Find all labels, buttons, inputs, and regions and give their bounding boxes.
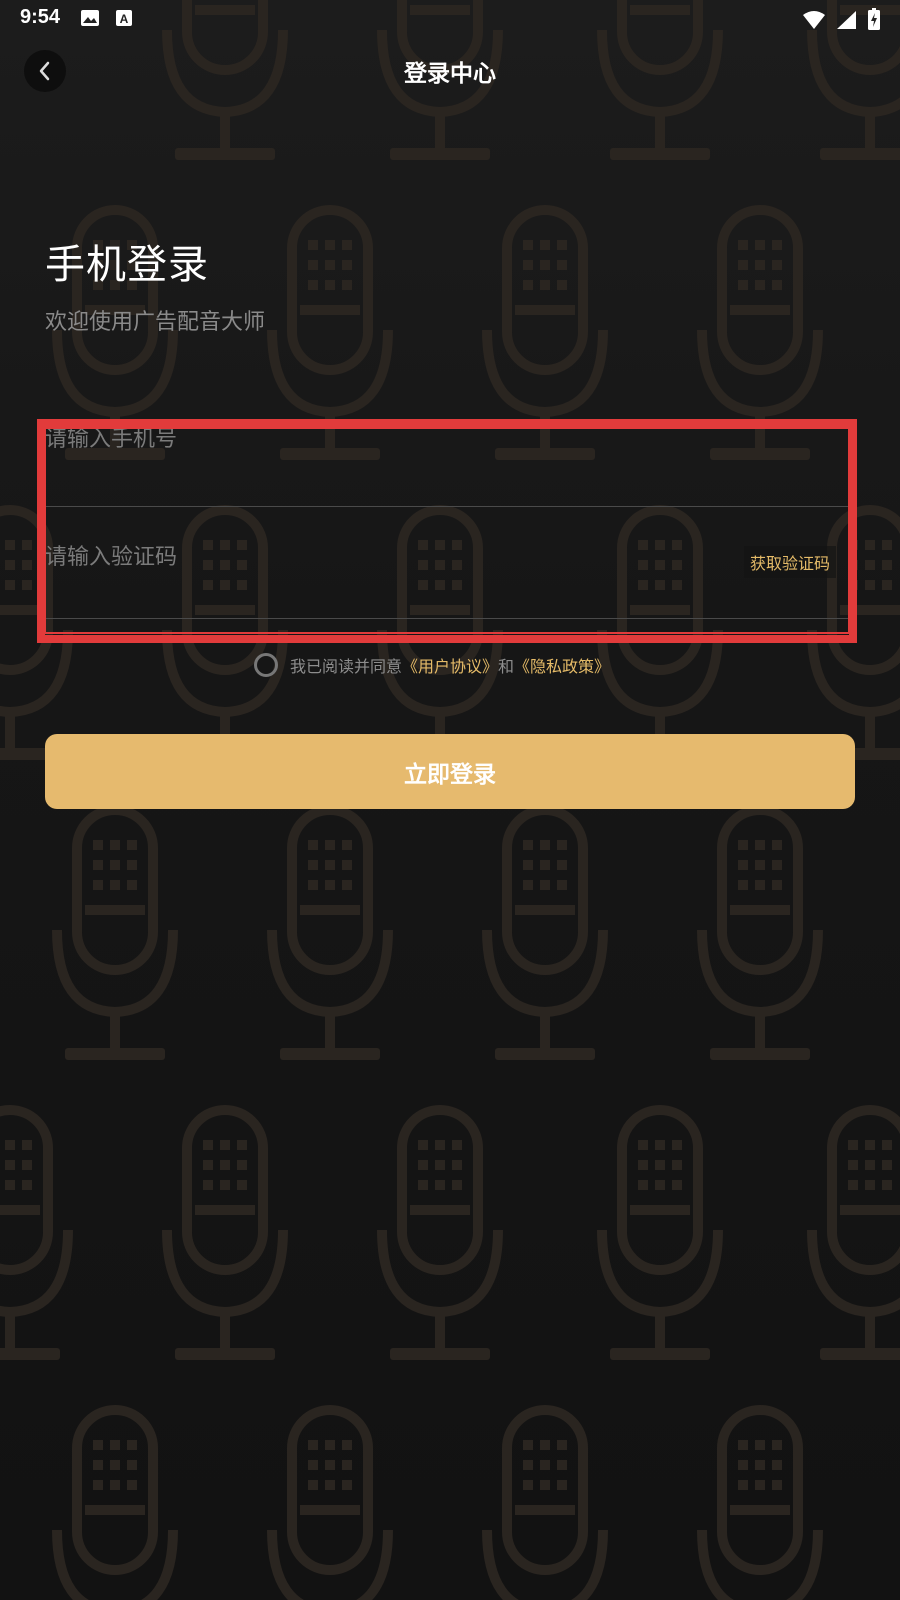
svg-text:A: A xyxy=(120,12,129,26)
privacy-policy-link[interactable]: 《隐私政策》 xyxy=(514,653,610,677)
wifi-icon xyxy=(802,11,825,29)
agreement-row: 我已阅读并同意 《用户协议》 和 《隐私政策》 xyxy=(254,653,610,677)
signal-icon xyxy=(836,11,856,29)
agree-radio[interactable] xyxy=(254,653,278,677)
image-icon xyxy=(81,10,99,26)
highlight-inner-border xyxy=(44,427,850,634)
page-title: 登录中心 xyxy=(404,61,496,87)
status-time: 9:54 xyxy=(20,6,61,28)
status-icons-right xyxy=(802,8,880,34)
login-screen: 9:54 A 登录中心 手机登录 欢迎使用广告配音大师 请输入手机号 请输入验证… xyxy=(0,0,900,1600)
agreement-conjunction: 和 xyxy=(498,657,515,676)
battery-icon xyxy=(868,8,880,30)
login-subtitle: 欢迎使用广告配音大师 xyxy=(45,310,266,335)
login-heading: 手机登录 xyxy=(45,242,209,288)
status-bar: 9:54 A xyxy=(0,0,900,36)
app-a-icon: A xyxy=(116,10,133,26)
user-agreement-link[interactable]: 《用户协议》 xyxy=(402,653,498,677)
login-button[interactable]: 立即登录 xyxy=(45,734,855,809)
status-icons-left: A xyxy=(80,9,133,31)
agreement-prefix: 我已阅读并同意 xyxy=(290,657,403,676)
